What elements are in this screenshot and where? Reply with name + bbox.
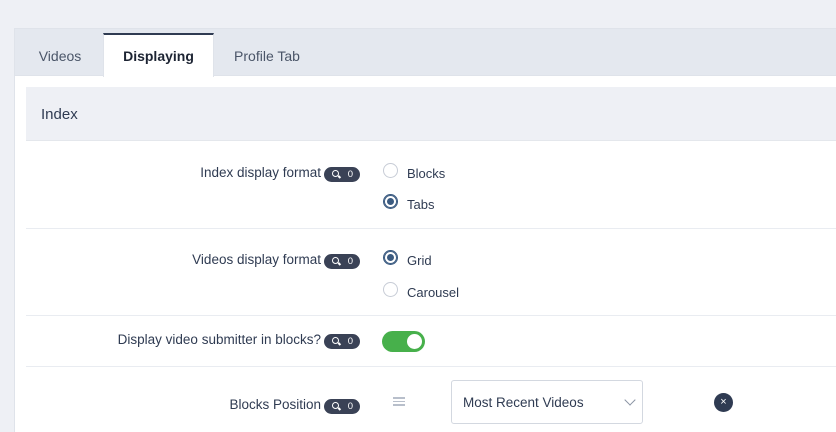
select-value: Most Recent Videos [463, 395, 584, 410]
search-count-badge[interactable]: 0 [324, 167, 360, 182]
display-submitter-toggle[interactable] [382, 331, 425, 352]
radio-label-carousel: Carousel [407, 285, 460, 300]
search-count-badge[interactable]: 0 [324, 254, 360, 269]
tab-displaying[interactable]: Displaying [103, 33, 214, 77]
radio-carousel[interactable] [383, 282, 398, 297]
setting-row-blocks-position: Blocks Position 0 Most Recent Videos × [26, 367, 836, 432]
settings-panel: Videos Displaying Profile Tab Index Inde… [14, 28, 836, 432]
blocks-position-select[interactable]: Most Recent Videos [451, 380, 643, 424]
setting-label: Blocks Position [229, 397, 321, 412]
search-icon [332, 402, 339, 409]
setting-row-videos-display-format: Videos display format 0 Grid Carousel [26, 229, 836, 316]
setting-row-display-submitter: Display video submitter in blocks? 0 [26, 316, 836, 367]
radio-tabs[interactable] [383, 194, 398, 209]
setting-row-index-display-format: Index display format 0 Blocks Tabs [26, 141, 836, 229]
radio-label-blocks: Blocks [407, 166, 446, 181]
search-count-badge[interactable]: 0 [324, 334, 360, 349]
tab-bar: Videos Displaying Profile Tab [15, 29, 836, 77]
radio-grid[interactable] [383, 250, 398, 265]
search-icon [332, 257, 339, 264]
section-header: Index [26, 87, 836, 141]
tab-content: Index Index display format 0 Blocks Tabs… [26, 87, 836, 432]
tab-profile-tab[interactable]: Profile Tab [219, 33, 315, 76]
search-icon [332, 337, 339, 344]
radio-label-tabs: Tabs [407, 197, 435, 212]
radio-blocks[interactable] [383, 163, 398, 178]
search-icon [332, 170, 339, 177]
section-title: Index [41, 106, 78, 123]
chevron-down-icon [624, 394, 636, 406]
search-count-badge[interactable]: 0 [324, 399, 360, 414]
tab-videos[interactable]: Videos [21, 33, 99, 76]
radio-label-grid: Grid [407, 253, 432, 268]
drag-handle-icon[interactable] [393, 397, 405, 406]
setting-label: Display video submitter in blocks? [117, 332, 321, 347]
setting-label: Videos display format [192, 252, 321, 267]
page-title-fragment [40, 0, 100, 4]
setting-label: Index display format [200, 165, 321, 180]
remove-block-button[interactable]: × [714, 393, 733, 412]
